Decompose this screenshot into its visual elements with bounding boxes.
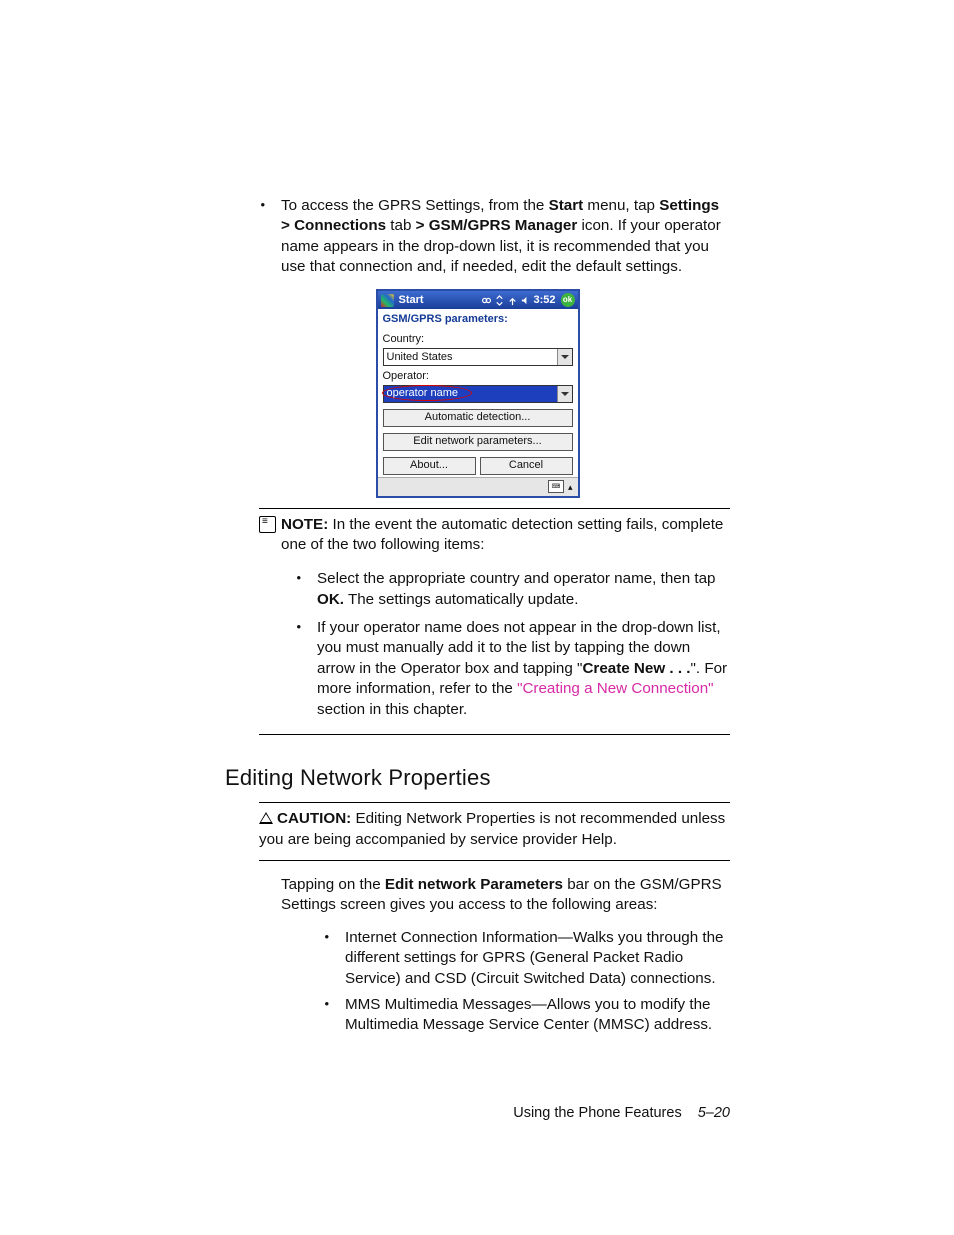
ok-button[interactable]: ok [561, 293, 575, 307]
note-row: NOTE: In the event the automatic detecti… [259, 515, 730, 556]
section-heading: Editing Network Properties [225, 763, 730, 792]
divider [259, 860, 730, 861]
sip-bar: ⌨ ▴ [378, 477, 578, 496]
t: menu, tap [583, 197, 659, 214]
chevron-down-icon[interactable] [557, 386, 572, 402]
t: To access the GPRS Settings, from the [281, 197, 549, 214]
start-button[interactable]: Start [399, 293, 424, 308]
bullet-text: MMS Multimedia Messages—Allows you to mo… [345, 995, 730, 1036]
bullet-marker: • [225, 196, 281, 277]
bullet-text: Internet Connection Information—Walks yo… [345, 928, 730, 989]
gsm-path: > GSM/GPRS Manager [416, 217, 578, 234]
note-bullet-2: • If your operator name does not appear … [259, 618, 730, 720]
t: tab [386, 217, 416, 234]
operator-value: operator name [387, 386, 459, 401]
area-bullet-2: • MMS Multimedia Messages—Allows you to … [281, 995, 730, 1036]
sync-icon [494, 295, 505, 306]
t: Select the appropriate country and opera… [317, 570, 716, 587]
titlebar: Start 3:52 ok [378, 291, 578, 309]
divider [259, 734, 730, 735]
edit-bold: Edit network Parameters [385, 876, 563, 893]
divider [259, 802, 730, 803]
edit-network-button[interactable]: Edit network parameters... [383, 433, 573, 451]
create-new-bold: Create New . . . [582, 660, 690, 677]
note-bullet-1: • Select the appropriate country and ope… [259, 569, 730, 610]
bullet-marker: • [281, 995, 345, 1036]
note-label: NOTE: [281, 516, 328, 533]
bullet-text: If your operator name does not appear in… [317, 618, 730, 720]
clock-time: 3:52 [533, 293, 555, 308]
start-label: Start [549, 197, 584, 214]
intro-text: To access the GPRS Settings, from the St… [281, 196, 730, 277]
cross-ref-link[interactable]: "Creating a New Connection" [517, 680, 714, 697]
note-body: In the event the automatic detection set… [281, 516, 723, 553]
intro-bullet: • To access the GPRS Settings, from the … [225, 196, 730, 277]
country-value: United States [387, 350, 453, 365]
about-button[interactable]: About... [383, 457, 476, 475]
country-select[interactable]: United States [383, 348, 573, 366]
bullet-marker: • [281, 928, 345, 989]
signal-icon [507, 295, 518, 306]
country-label: Country: [383, 332, 573, 347]
t: The settings automatically update. [344, 591, 578, 608]
page-number: 5–20 [698, 1105, 730, 1121]
edit-para: Tapping on the Edit network Parameters b… [281, 875, 730, 916]
area-bullet-1: • Internet Connection Information—Walks … [281, 928, 730, 989]
gsm-gprs-screenshot: Start 3:52 ok GSM/GPRS parameters: Count… [376, 289, 580, 497]
cancel-button[interactable]: Cancel [480, 457, 573, 475]
volume-icon [520, 295, 531, 306]
operator-label: Operator: [383, 369, 573, 384]
t: section in this chapter. [317, 701, 467, 718]
note-text: NOTE: In the event the automatic detecti… [281, 515, 730, 556]
bullet-marker: • [259, 618, 317, 720]
bullet-text: Select the appropriate country and opera… [317, 569, 730, 610]
t: Tapping on the [281, 876, 385, 893]
footer-section: Using the Phone Features [513, 1105, 681, 1121]
note-icon [259, 515, 281, 556]
keyboard-icon[interactable]: ⌨ [548, 480, 564, 493]
operator-select[interactable]: operator name [383, 385, 573, 403]
up-arrow-icon[interactable]: ▴ [566, 481, 575, 493]
chevron-down-icon[interactable] [557, 349, 572, 365]
caution-icon [259, 812, 273, 824]
caution-text: CAUTION: Editing Network Properties is n… [259, 809, 730, 850]
bullet-marker: • [259, 569, 317, 610]
page-footer: Using the Phone Features 5–20 [513, 1104, 730, 1123]
screen-heading: GSM/GPRS parameters: [383, 312, 573, 327]
caution-label: CAUTION: [277, 810, 351, 827]
auto-detection-button[interactable]: Automatic detection... [383, 409, 573, 427]
divider [259, 508, 730, 509]
ok-bold: OK. [317, 591, 344, 608]
voicemail-icon [481, 295, 492, 306]
windows-flag-icon [381, 294, 394, 307]
